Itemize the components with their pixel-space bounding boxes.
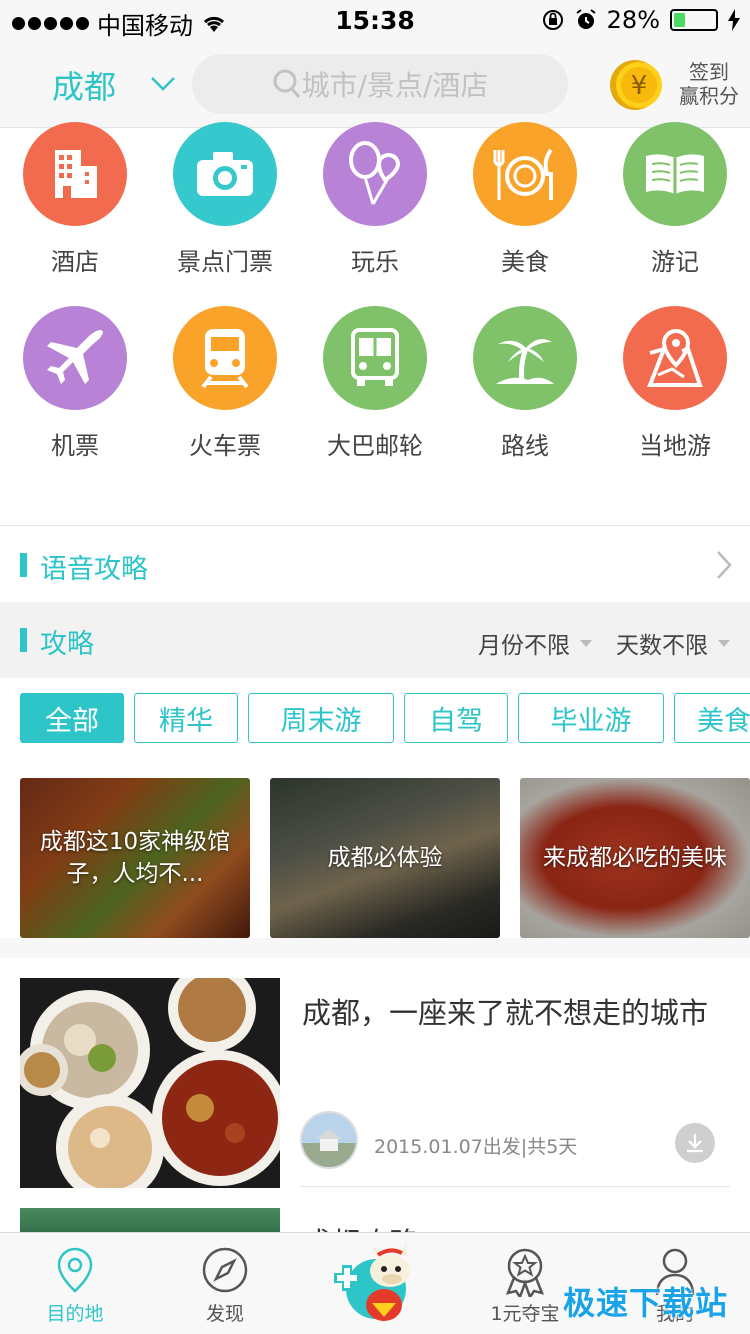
chevron-right-icon <box>717 551 732 579</box>
days-filter[interactable]: 天数不限 <box>616 626 730 660</box>
featured-card[interactable]: 来成都必吃的美味 <box>520 778 750 938</box>
category-local-tours[interactable]: 当地游 <box>600 306 750 461</box>
tag-featured[interactable]: 精华 <box>134 693 238 743</box>
sign-in-button[interactable]: 签到 赢积分 <box>676 60 742 108</box>
alarm-icon <box>576 9 596 29</box>
category-label: 大巴邮轮 <box>327 432 423 460</box>
article-item[interactable]: 成都，一座来了就不想走的城市 2015.01.07出发|共5天 <box>0 958 750 1208</box>
section-spacer <box>0 938 750 958</box>
author-avatar[interactable] <box>300 1111 358 1169</box>
hotel-icon <box>23 122 127 226</box>
tab-mascot[interactable] <box>300 1233 450 1334</box>
tag-all[interactable]: 全部 <box>20 693 124 743</box>
category-train[interactable]: 火车票 <box>150 306 300 461</box>
category-travelogue[interactable]: 游记 <box>600 122 750 277</box>
card-title: 成都必体验 <box>327 845 443 871</box>
city-selector[interactable]: 成都 <box>52 62 116 108</box>
tab-discover[interactable]: 发现 <box>150 1233 300 1334</box>
category-label: 路线 <box>501 432 549 460</box>
featured-card[interactable]: 成都这10家神级馆子，人均不... <box>20 778 250 938</box>
category-label: 火车票 <box>189 432 261 460</box>
status-right: 28% <box>541 6 740 34</box>
chevron-down-icon[interactable] <box>150 70 176 96</box>
charging-icon <box>728 9 740 31</box>
guide-title: 攻略 <box>40 629 94 660</box>
voice-guide-title: 语音攻略 <box>40 554 148 585</box>
download-button[interactable] <box>675 1123 715 1163</box>
category-bus-cruise[interactable]: 大巴邮轮 <box>300 306 450 461</box>
article-meta: 2015.01.07出发|共5天 <box>374 1136 578 1158</box>
category-label: 机票 <box>51 432 99 460</box>
tag-weekend[interactable]: 周末游 <box>248 693 394 743</box>
month-filter-label: 月份不限 <box>478 633 570 659</box>
article-item[interactable]: 成都攻略 <box>0 1208 750 1232</box>
mascot-icon <box>334 1243 410 1321</box>
voice-guide-row[interactable]: 语音攻略 <box>0 526 750 602</box>
category-label: 景点门票 <box>177 248 273 276</box>
map-pin-icon <box>623 306 727 410</box>
category-label: 玩乐 <box>351 248 399 276</box>
coin-symbol: ¥ <box>631 71 648 101</box>
book-icon <box>623 122 727 226</box>
category-label: 当地游 <box>639 432 711 460</box>
dropdown-arrow-icon <box>580 639 592 647</box>
tab-label: 目的地 <box>46 1303 104 1325</box>
train-icon <box>173 306 277 410</box>
month-filter[interactable]: 月份不限 <box>478 626 592 660</box>
dining-icon <box>473 122 577 226</box>
tag-self-drive[interactable]: 自驾 <box>404 693 508 743</box>
category-routes[interactable]: 路线 <box>450 306 600 461</box>
featured-card[interactable]: 成都必体验 <box>270 778 500 938</box>
guide-header: 攻略 月份不限 天数不限 <box>0 602 750 678</box>
search-input[interactable]: 城市/景点/酒店 <box>192 54 568 114</box>
featured-cards: 成都这10家神级馆子，人均不... 成都必体验 来成都必吃的美味 <box>0 778 750 938</box>
article-title: 成都攻略 <box>302 1220 418 1232</box>
coin-icon[interactable]: ¥ <box>610 58 664 112</box>
days-filter-label: 天数不限 <box>616 633 708 659</box>
award-star-icon <box>505 1248 545 1297</box>
article-thumbnail <box>20 1208 280 1232</box>
dropdown-arrow-icon <box>718 639 730 647</box>
search-placeholder: 城市/景点/酒店 <box>301 69 489 102</box>
divider <box>300 1186 730 1187</box>
category-label: 游记 <box>651 248 699 276</box>
rotation-lock-icon <box>542 10 563 30</box>
sign-in-line1: 签到 <box>689 60 729 84</box>
category-label: 美食 <box>501 248 549 276</box>
battery-percent: 28% <box>606 6 660 34</box>
balloon-icon <box>323 122 427 226</box>
bus-icon <box>323 306 427 410</box>
plane-icon <box>23 306 127 410</box>
search-icon <box>273 69 300 98</box>
article-thumbnail <box>20 978 280 1188</box>
download-icon <box>687 1134 703 1153</box>
section-marker <box>20 628 27 652</box>
tag-graduation[interactable]: 毕业游 <box>518 693 664 743</box>
tag-food[interactable]: 美食 <box>674 693 750 743</box>
tab-destination[interactable]: 目的地 <box>0 1233 150 1334</box>
location-pin-icon <box>57 1247 93 1293</box>
category-fun[interactable]: 玩乐 <box>300 122 450 277</box>
camera-icon <box>173 122 277 226</box>
category-label: 酒店 <box>51 248 99 276</box>
sign-in-line2: 赢积分 <box>679 84 739 108</box>
section-marker <box>20 553 27 577</box>
compass-icon <box>202 1247 248 1293</box>
category-food[interactable]: 美食 <box>450 122 600 277</box>
tag-bar: 全部 精华 周末游 自驾 毕业游 美食 <box>20 693 750 743</box>
battery-icon <box>670 9 718 31</box>
card-title: 成都这10家神级馆子，人均不... <box>39 829 231 887</box>
category-tickets[interactable]: 景点门票 <box>150 122 300 277</box>
article-title: 成都，一座来了就不想走的城市 <box>302 996 709 1030</box>
app-header: 成都 城市/景点/酒店 ¥ 签到 赢积分 <box>0 40 750 128</box>
status-bar: 中国移动 15:38 28% <box>0 0 750 40</box>
category-hotel[interactable]: 酒店 <box>0 122 150 277</box>
category-flights[interactable]: 机票 <box>0 306 150 461</box>
card-title: 来成都必吃的美味 <box>543 845 727 871</box>
palm-tree-icon <box>473 306 577 410</box>
watermark-text: 极速下载站 <box>562 1284 728 1322</box>
tab-label: 发现 <box>205 1303 244 1325</box>
